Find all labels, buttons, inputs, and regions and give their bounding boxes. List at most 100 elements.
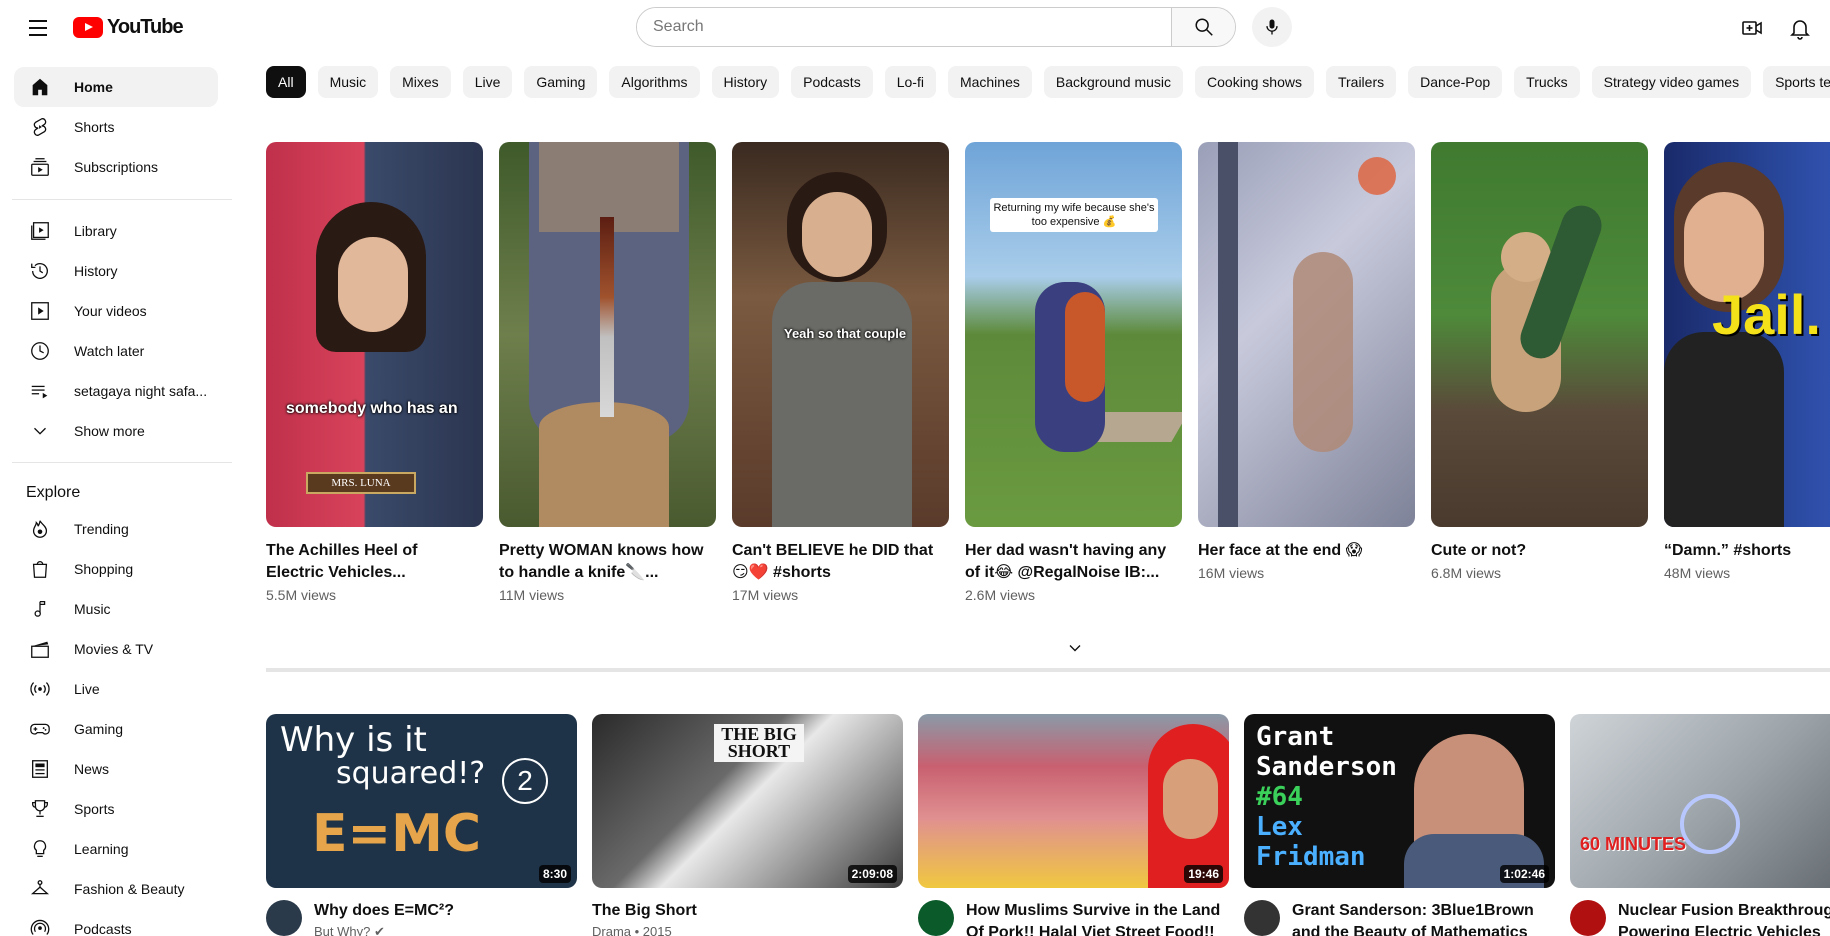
video-card[interactable]: Why is it squared!? E=MC 2 8:30 Why does…	[266, 714, 577, 936]
short-thumbnail[interactable]	[1198, 142, 1415, 527]
short-title[interactable]: The Achilles Heel of Electric Vehicles..…	[266, 540, 476, 584]
search-input[interactable]	[637, 8, 1171, 46]
sidebar-item-label: setagaya night safa...	[74, 383, 208, 399]
sidebar-item-label: Your videos	[74, 303, 147, 319]
sidebar-item-music[interactable]: Music	[14, 589, 218, 629]
search-box	[636, 7, 1236, 47]
channel-name[interactable]: Drama • 2015	[592, 924, 697, 936]
short-title[interactable]: Pretty WOMAN knows how to handle a knife…	[499, 540, 709, 584]
short-title[interactable]: Her dad wasn't having any of it😂 @RegalN…	[965, 540, 1175, 584]
video-card[interactable]: 60 MINUTES Nuclear Fusion Breakthrough; …	[1570, 714, 1830, 936]
logo-text: YouTube	[107, 16, 184, 38]
chip-sports[interactable]: Sports te	[1763, 66, 1830, 98]
short-thumbnail[interactable]: Yeah so that couple	[732, 142, 949, 527]
chip-cooking-shows[interactable]: Cooking shows	[1195, 66, 1314, 98]
chip-music[interactable]: Music	[317, 66, 379, 98]
video-thumbnail[interactable]: 60 MINUTES	[1570, 714, 1830, 888]
channel-avatar[interactable]	[1244, 900, 1280, 936]
video-title[interactable]: How Muslims Survive in the Land Of Pork!…	[966, 900, 1229, 936]
short-thumbnail[interactable]: MRS. LUNA somebody who has an	[266, 142, 483, 527]
chip-background-music[interactable]: Background music	[1043, 66, 1184, 98]
sidebar-item-label: Live	[74, 681, 100, 697]
chip-algorithms[interactable]: Algorithms	[609, 66, 700, 98]
short-card[interactable]: Pretty WOMAN knows how to handle a knife…	[499, 142, 716, 603]
short-card[interactable]: Returning my wife because she's too expe…	[965, 142, 1182, 603]
channel-avatar[interactable]	[266, 900, 302, 936]
video-thumbnail[interactable]: Grant Sanderson #64 Lex Fridman 1:02:46	[1244, 714, 1555, 888]
sidebar-item-your-videos[interactable]: Your videos	[14, 291, 218, 331]
chip-trucks[interactable]: Trucks	[1514, 66, 1580, 98]
sidebar-item-label: Home	[74, 79, 113, 95]
sidebar-item-shopping[interactable]: Shopping	[14, 549, 218, 589]
sidebar-item-shorts[interactable]: Shorts	[14, 107, 218, 147]
video-card[interactable]: Grant Sanderson #64 Lex Fridman 1:02:46 …	[1244, 714, 1555, 936]
sidebar-item-movies[interactable]: Movies & TV	[14, 629, 218, 669]
sidebar-item-subscriptions[interactable]: Subscriptions	[14, 147, 218, 187]
shorts-expand-button[interactable]	[1063, 636, 1087, 660]
video-card[interactable]: 19:46 How Muslims Survive in the Land Of…	[918, 714, 1229, 936]
home-icon	[28, 75, 52, 99]
chip-mixes[interactable]: Mixes	[390, 66, 451, 98]
sidebar-item-playlist[interactable]: setagaya night safa...	[14, 371, 218, 411]
short-card[interactable]: Cute or not? 6.8M views	[1431, 142, 1648, 581]
sidebar-item-podcasts[interactable]: Podcasts	[14, 909, 218, 936]
sidebar-item-gaming[interactable]: Gaming	[14, 709, 218, 749]
short-thumbnail[interactable]: Jail.	[1664, 142, 1830, 527]
chip-machines[interactable]: Machines	[947, 66, 1032, 98]
sidebar-item-library[interactable]: Library	[14, 211, 218, 251]
short-card[interactable]: Yeah so that couple Can't BELIEVE he DID…	[732, 142, 949, 603]
short-card[interactable]: Her face at the end 😱 16M views	[1198, 142, 1415, 581]
short-title[interactable]: Cute or not?	[1431, 540, 1641, 562]
sidebar-item-home[interactable]: Home	[14, 67, 218, 107]
chip-all[interactable]: All	[266, 66, 306, 98]
voice-search-button[interactable]	[1252, 7, 1292, 47]
sidebar-show-more[interactable]: Show more	[14, 411, 218, 451]
video-title[interactable]: The Big Short	[592, 900, 697, 922]
chip-dance-pop[interactable]: Dance-Pop	[1408, 66, 1503, 98]
short-thumbnail[interactable]: Returning my wife because she's too expe…	[965, 142, 1182, 527]
short-thumbnail[interactable]	[499, 142, 716, 527]
sidebar-item-fashion[interactable]: Fashion & Beauty	[14, 869, 218, 909]
short-thumbnail[interactable]	[1431, 142, 1648, 527]
channel-avatar[interactable]	[918, 900, 954, 936]
video-thumbnail[interactable]: 19:46	[918, 714, 1229, 888]
thumb-text: Fridman	[1256, 842, 1366, 872]
channel-avatar[interactable]	[1570, 900, 1606, 936]
thumb-text: 2	[502, 758, 548, 804]
video-thumbnail[interactable]: THE BIG SHORT 2:09:08	[592, 714, 903, 888]
video-title[interactable]: Grant Sanderson: 3Blue1Brown and the Bea…	[1292, 900, 1555, 936]
sidebar-item-watch-later[interactable]: Watch later	[14, 331, 218, 371]
sidebar-item-trending[interactable]: Trending	[14, 509, 218, 549]
youtube-logo[interactable]: YouTube	[73, 16, 184, 39]
video-title[interactable]: Why does E=MC²?	[314, 900, 454, 922]
masthead: YouTube	[0, 0, 1830, 56]
chevron-down-icon	[1069, 645, 1081, 652]
chip-history[interactable]: History	[711, 66, 780, 98]
short-title[interactable]: “Damn.” #shorts	[1664, 540, 1830, 562]
video-card[interactable]: THE BIG SHORT 2:09:08 The Big Short Dram…	[592, 714, 903, 936]
video-title[interactable]: Nuclear Fusion Breakthrough; Powering El…	[1618, 900, 1830, 936]
video-thumbnail[interactable]: Why is it squared!? E=MC 2 8:30	[266, 714, 577, 888]
chip-gaming[interactable]: Gaming	[524, 66, 598, 98]
short-card[interactable]: MRS. LUNA somebody who has an The Achill…	[266, 142, 483, 603]
sidebar-item-live[interactable]: Live	[14, 669, 218, 709]
sidebar-item-history[interactable]: History	[14, 251, 218, 291]
short-title[interactable]: Her face at the end 😱	[1198, 540, 1408, 562]
chip-strategy-games[interactable]: Strategy video games	[1591, 66, 1752, 98]
chip-podcasts[interactable]: Podcasts	[791, 66, 873, 98]
short-card[interactable]: Jail. “Damn.” #shorts 48M views	[1664, 142, 1830, 581]
chip-lofi[interactable]: Lo-fi	[884, 66, 936, 98]
guide-menu-button[interactable]	[24, 14, 52, 42]
chip-live[interactable]: Live	[462, 66, 513, 98]
video-duration: 1:02:46	[1499, 865, 1549, 883]
chip-trailers[interactable]: Trailers	[1325, 66, 1397, 98]
bell-icon	[1790, 20, 1810, 40]
create-button[interactable]	[1736, 12, 1768, 44]
channel-name[interactable]: But Why? ✔	[314, 924, 454, 936]
search-button[interactable]	[1171, 8, 1235, 46]
short-title[interactable]: Can't BELIEVE he DID that 😏❤️ #shorts	[732, 540, 942, 584]
sidebar-item-learning[interactable]: Learning	[14, 829, 218, 869]
sidebar-item-news[interactable]: News	[14, 749, 218, 789]
sidebar-item-sports[interactable]: Sports	[14, 789, 218, 829]
notifications-button[interactable]	[1784, 12, 1816, 44]
